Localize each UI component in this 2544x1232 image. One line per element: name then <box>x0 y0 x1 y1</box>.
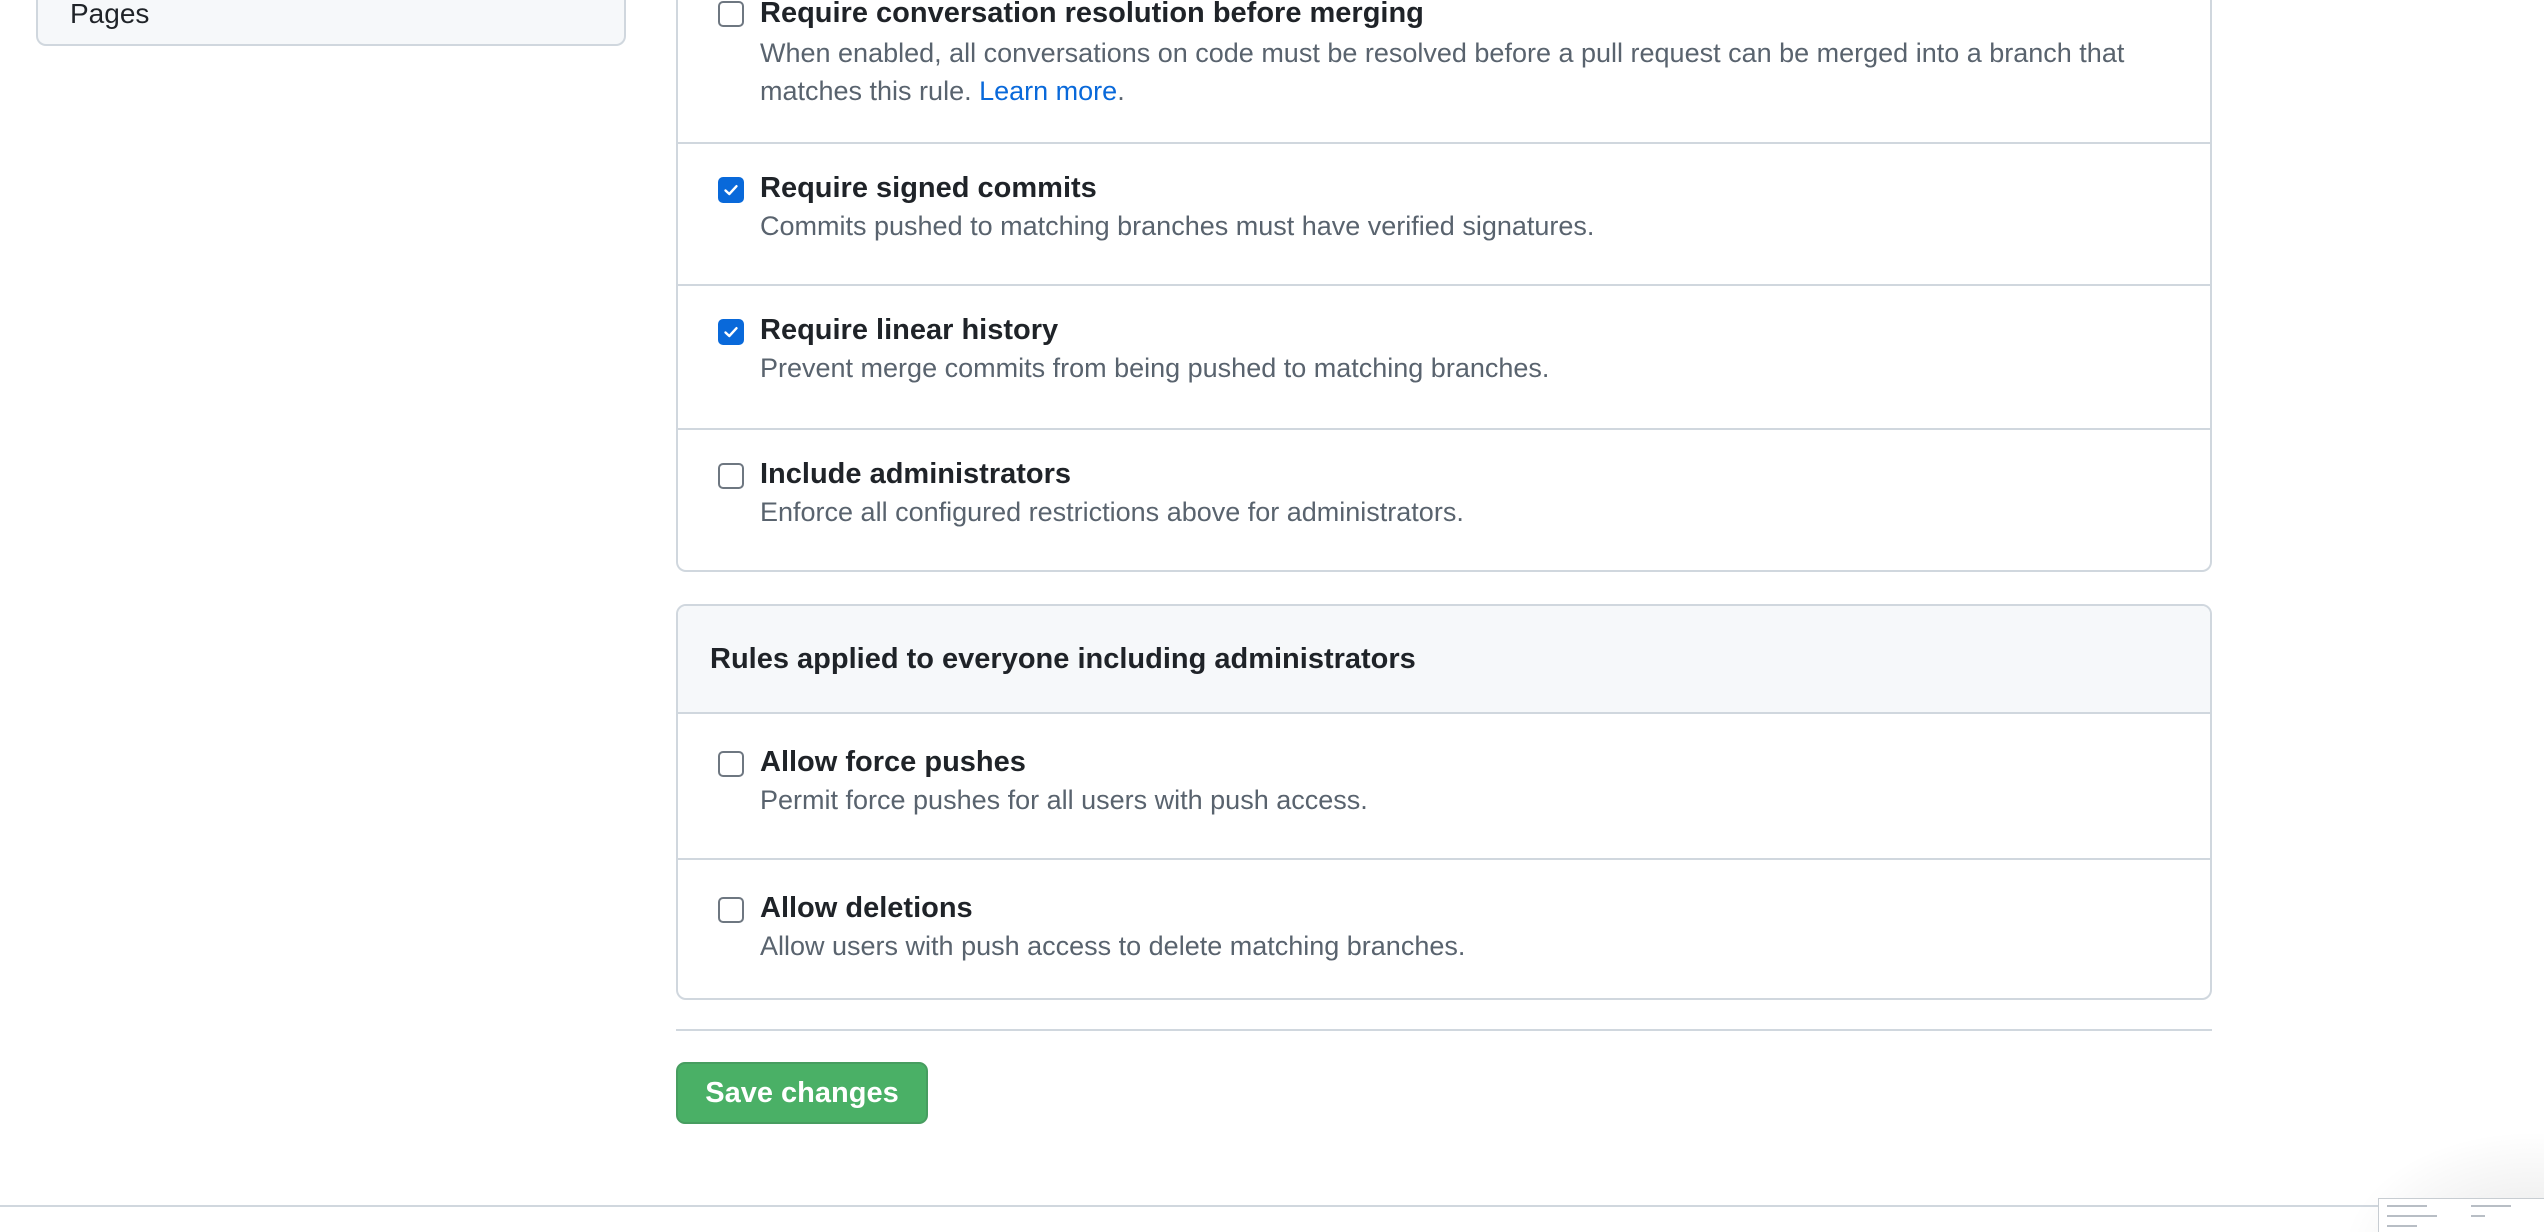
section-header: Rules applied to everyone including admi… <box>678 606 2210 714</box>
require-linear-history-checkbox[interactable] <box>718 319 744 345</box>
rule-allow-force-pushes: Allow force pushes Permit force pushes f… <box>678 714 2210 858</box>
learn-more-link[interactable]: Learn more <box>979 76 1117 106</box>
rule-description: Prevent merge commits from being pushed … <box>760 353 1550 383</box>
rule-description: When enabled, all conversations on code … <box>760 34 2150 110</box>
checkmark-icon <box>724 185 738 196</box>
require-signed-commits-checkbox[interactable] <box>718 177 744 203</box>
rule-allow-deletions: Allow deletions Allow users with push ac… <box>678 858 2210 998</box>
require-conversation-resolution-checkbox[interactable] <box>718 1 744 27</box>
include-administrators-checkbox[interactable] <box>718 463 744 489</box>
rule-description-text: When enabled, all conversations on code … <box>760 38 2125 106</box>
rule-description-trailing: . <box>1117 76 1125 106</box>
checkmark-icon <box>724 327 738 338</box>
thumbnail-line <box>2471 1205 2511 1207</box>
rule-require-conversation-resolution: Require conversation resolution before m… <box>678 0 2210 142</box>
rule-title[interactable]: Include administrators <box>760 457 1071 491</box>
everyone-rules-list: Rules applied to everyone including admi… <box>676 604 2212 1000</box>
rule-description: Commits pushed to matching branches must… <box>760 211 1595 241</box>
allow-deletions-checkbox[interactable] <box>718 897 744 923</box>
thumbnail-line <box>2387 1205 2427 1207</box>
protection-rules-list: Require conversation resolution before m… <box>676 0 2212 572</box>
form-divider <box>676 1029 2212 1031</box>
thumbnail-line <box>2387 1225 2417 1227</box>
rule-title[interactable]: Require signed commits <box>760 171 1097 205</box>
rule-description: Enforce all configured restrictions abov… <box>760 497 1464 527</box>
branch-protection-page: Pages Require conversation resolution be… <box>0 0 2544 1232</box>
rule-description: Permit force pushes for all users with p… <box>760 785 1368 815</box>
rule-description: Allow users with push access to delete m… <box>760 931 1466 961</box>
rule-include-administrators: Include administrators Enforce all confi… <box>678 428 2210 570</box>
thumbnail-line <box>2471 1215 2485 1217</box>
section-title: Rules applied to everyone including admi… <box>710 643 1416 675</box>
rule-title[interactable]: Require linear history <box>760 313 1058 347</box>
rule-title[interactable]: Require conversation resolution before m… <box>760 0 1424 30</box>
rule-title[interactable]: Allow deletions <box>760 891 973 925</box>
sidebar-item-pages[interactable]: Pages <box>70 0 149 28</box>
rule-title[interactable]: Allow force pushes <box>760 745 1026 779</box>
settings-sidebar: Pages <box>36 0 626 46</box>
save-changes-button[interactable]: Save changes <box>676 1062 928 1124</box>
rule-require-signed-commits: Require signed commits Commits pushed to… <box>678 142 2210 284</box>
thumbnail-line <box>2387 1215 2437 1217</box>
rule-require-linear-history: Require linear history Prevent merge com… <box>678 284 2210 428</box>
screenshot-thumbnail[interactable] <box>2378 1198 2544 1232</box>
footer-divider <box>0 1205 2544 1207</box>
allow-force-pushes-checkbox[interactable] <box>718 751 744 777</box>
